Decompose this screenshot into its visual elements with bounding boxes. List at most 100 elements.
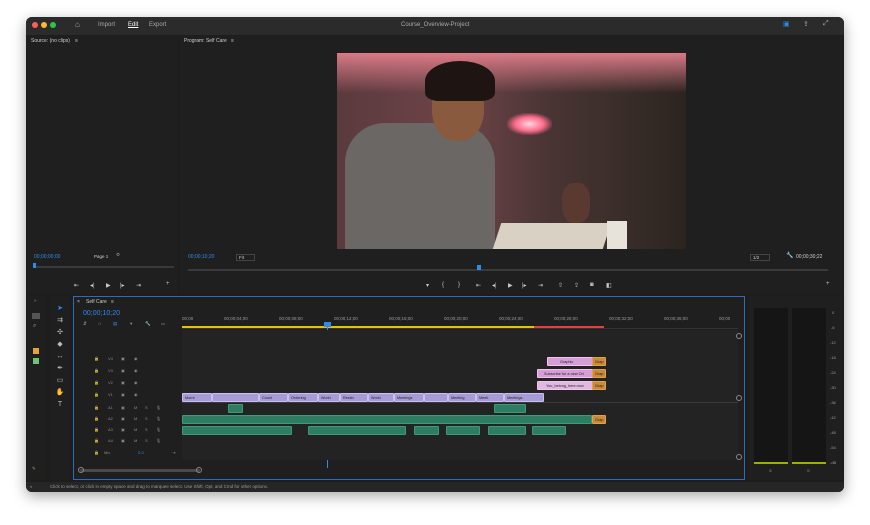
clip-a3[interactable] <box>446 426 480 435</box>
time-ruler[interactable]: 00;00 00;00;04;00 00;00;08;00 00;00;12;0… <box>182 315 738 329</box>
clip-v1[interactable]: Worki <box>368 393 394 402</box>
mic-icon[interactable]: 🎙 <box>156 427 161 432</box>
program-playhead[interactable] <box>477 265 481 270</box>
step-forward-icon[interactable]: |▸ <box>522 282 527 289</box>
program-timecode[interactable]: 00;00;10;20 <box>188 254 214 260</box>
mute-icon[interactable]: M <box>134 416 137 421</box>
lock-icon[interactable]: 🔒 <box>94 438 99 443</box>
fullscreen-icon[interactable]: ⤢ <box>823 20 829 28</box>
sync-icon[interactable]: ▣ <box>121 438 125 443</box>
track-select-icon[interactable]: ⇉ <box>55 316 65 326</box>
eye-icon[interactable]: ◉ <box>134 380 138 385</box>
track-header-a4[interactable]: 🔒 A4 ▣ M S 🎙 <box>94 438 174 448</box>
clip-v1[interactable]: Meetings <box>394 393 424 402</box>
linked-selection-icon[interactable]: ▤ <box>113 321 117 327</box>
sync-icon[interactable]: ▣ <box>121 416 125 421</box>
timeline-timecode[interactable]: 00;00;10;20 <box>83 310 120 317</box>
slip-tool-icon[interactable]: ↔ <box>55 352 65 362</box>
ripple-edit-icon[interactable]: ✣ <box>55 328 65 338</box>
tab-import[interactable]: Import <box>98 22 115 28</box>
clip-v1[interactable]: Worki <box>318 393 340 402</box>
source-timecode[interactable]: 00;00;00;00 <box>34 254 60 260</box>
track-header-a2[interactable]: 🔒 A2 ▣ M S 🎙 <box>94 416 174 426</box>
solo-icon[interactable]: S <box>145 427 148 432</box>
minimize-window-button[interactable] <box>41 22 47 28</box>
lock-icon[interactable]: 🔒 <box>94 356 99 361</box>
clip-a3[interactable] <box>308 426 406 435</box>
clip-a2-tag[interactable]: Grap <box>592 415 606 424</box>
hand-tool-icon[interactable]: ✋ <box>55 388 65 398</box>
step-back-icon[interactable]: ◂| <box>492 282 497 289</box>
clip-graphic-tag[interactable]: Grap <box>592 357 606 366</box>
snap-icon[interactable]: ∩ <box>98 321 101 326</box>
source-add-icon[interactable]: + <box>166 281 170 287</box>
play-button[interactable]: ▶ <box>508 282 513 289</box>
clip-v1[interactable]: Ordering <box>288 393 318 402</box>
out-range-bar[interactable] <box>534 326 604 328</box>
extract-icon[interactable]: ⇪ <box>574 282 579 289</box>
track-header-a1[interactable]: 🔒 A1 ▣ M S 🎙 <box>94 405 174 415</box>
source-scrubber[interactable] <box>34 266 174 268</box>
sync-icon[interactable]: ▣ <box>121 356 125 361</box>
lock-icon[interactable]: 🔒 <box>94 427 99 432</box>
mark-out-icon[interactable]: } <box>458 282 460 288</box>
meter-solo-right[interactable]: S <box>807 468 810 473</box>
eye-icon[interactable]: ◉ <box>134 392 138 397</box>
clip-a3[interactable] <box>488 426 526 435</box>
clip-v1[interactable]: Meeting <box>448 393 476 402</box>
expand-panels-icon[interactable]: » <box>34 298 37 303</box>
program-video-frame[interactable] <box>337 53 686 249</box>
clip-a3[interactable] <box>414 426 439 435</box>
vertical-scroll-handle[interactable] <box>736 454 742 460</box>
clip-a1[interactable] <box>494 404 526 413</box>
source-settings-icon[interactable]: ⚙ <box>116 252 120 258</box>
timeline-settings-icon[interactable]: 🔧 <box>145 321 151 327</box>
meter-solo-left[interactable]: S <box>769 468 772 473</box>
lock-icon[interactable]: 🔒 <box>94 450 99 455</box>
mark-in-icon[interactable]: { <box>442 282 444 288</box>
lift-icon[interactable]: ⇧ <box>558 282 563 289</box>
clip-a2[interactable] <box>182 415 592 424</box>
orange-swatch-icon[interactable] <box>33 348 39 354</box>
mute-icon[interactable]: M <box>134 427 137 432</box>
bin-icon[interactable] <box>32 313 40 319</box>
marker-icon[interactable]: ▾ <box>426 282 429 289</box>
resolution-select[interactable]: 1/2 <box>750 254 771 261</box>
clip-a1[interactable] <box>228 404 243 413</box>
mute-icon[interactable]: M <box>134 405 137 410</box>
home-icon[interactable]: ⌂ <box>75 20 80 29</box>
tab-edit[interactable]: Edit <box>128 22 138 28</box>
work-area-bar[interactable] <box>182 326 534 328</box>
solo-icon[interactable]: S <box>145 438 148 443</box>
selection-tool-icon[interactable]: ➤ <box>55 304 65 314</box>
scrollbar-left-handle[interactable] <box>78 467 84 473</box>
playhead-handle[interactable] <box>324 322 331 327</box>
mic-icon[interactable]: 🎙 <box>156 405 161 410</box>
source-step-back-icon[interactable]: ◂| <box>90 282 95 289</box>
clip-a3[interactable] <box>532 426 566 435</box>
lock-icon[interactable]: 🔒 <box>94 416 99 421</box>
pen-tool-icon[interactable]: ✒ <box>55 364 65 374</box>
razor-tool-icon[interactable]: ◆ <box>55 340 65 350</box>
clip-a3[interactable] <box>182 426 292 435</box>
mix-end-icon[interactable]: ⇥ <box>172 450 175 455</box>
clip-v1[interactable]: Restin <box>340 393 368 402</box>
track-header-v4[interactable]: 🔒 V4 ▣ ◉ <box>94 356 174 366</box>
source-playhead[interactable] <box>33 263 36 268</box>
source-menu-icon[interactable]: ≡ <box>75 38 78 44</box>
mix-value[interactable]: 0.0 <box>138 450 144 455</box>
mic-icon[interactable]: 🎙 <box>156 416 161 421</box>
clip-v1[interactable] <box>424 393 448 402</box>
track-header-v3[interactable]: 🔒 V3 ▣ ◉ <box>94 368 174 378</box>
source-mark-in-icon[interactable]: ⇤ <box>74 282 79 289</box>
vertical-scroll-handle[interactable] <box>736 333 742 339</box>
clip-v1[interactable]: Morni <box>182 393 212 402</box>
program-add-icon[interactable]: + <box>826 281 830 287</box>
clip-v1[interactable] <box>212 393 259 402</box>
comparison-view-icon[interactable]: ◧ <box>606 282 612 289</box>
lock-icon[interactable]: 🔒 <box>94 405 99 410</box>
sequence-tab[interactable]: Self Care <box>86 299 107 305</box>
clip-graphic[interactable]: Graphic <box>547 357 594 366</box>
program-scrubber[interactable] <box>188 269 828 271</box>
clip-v1[interactable]: Meetings <box>504 393 544 402</box>
